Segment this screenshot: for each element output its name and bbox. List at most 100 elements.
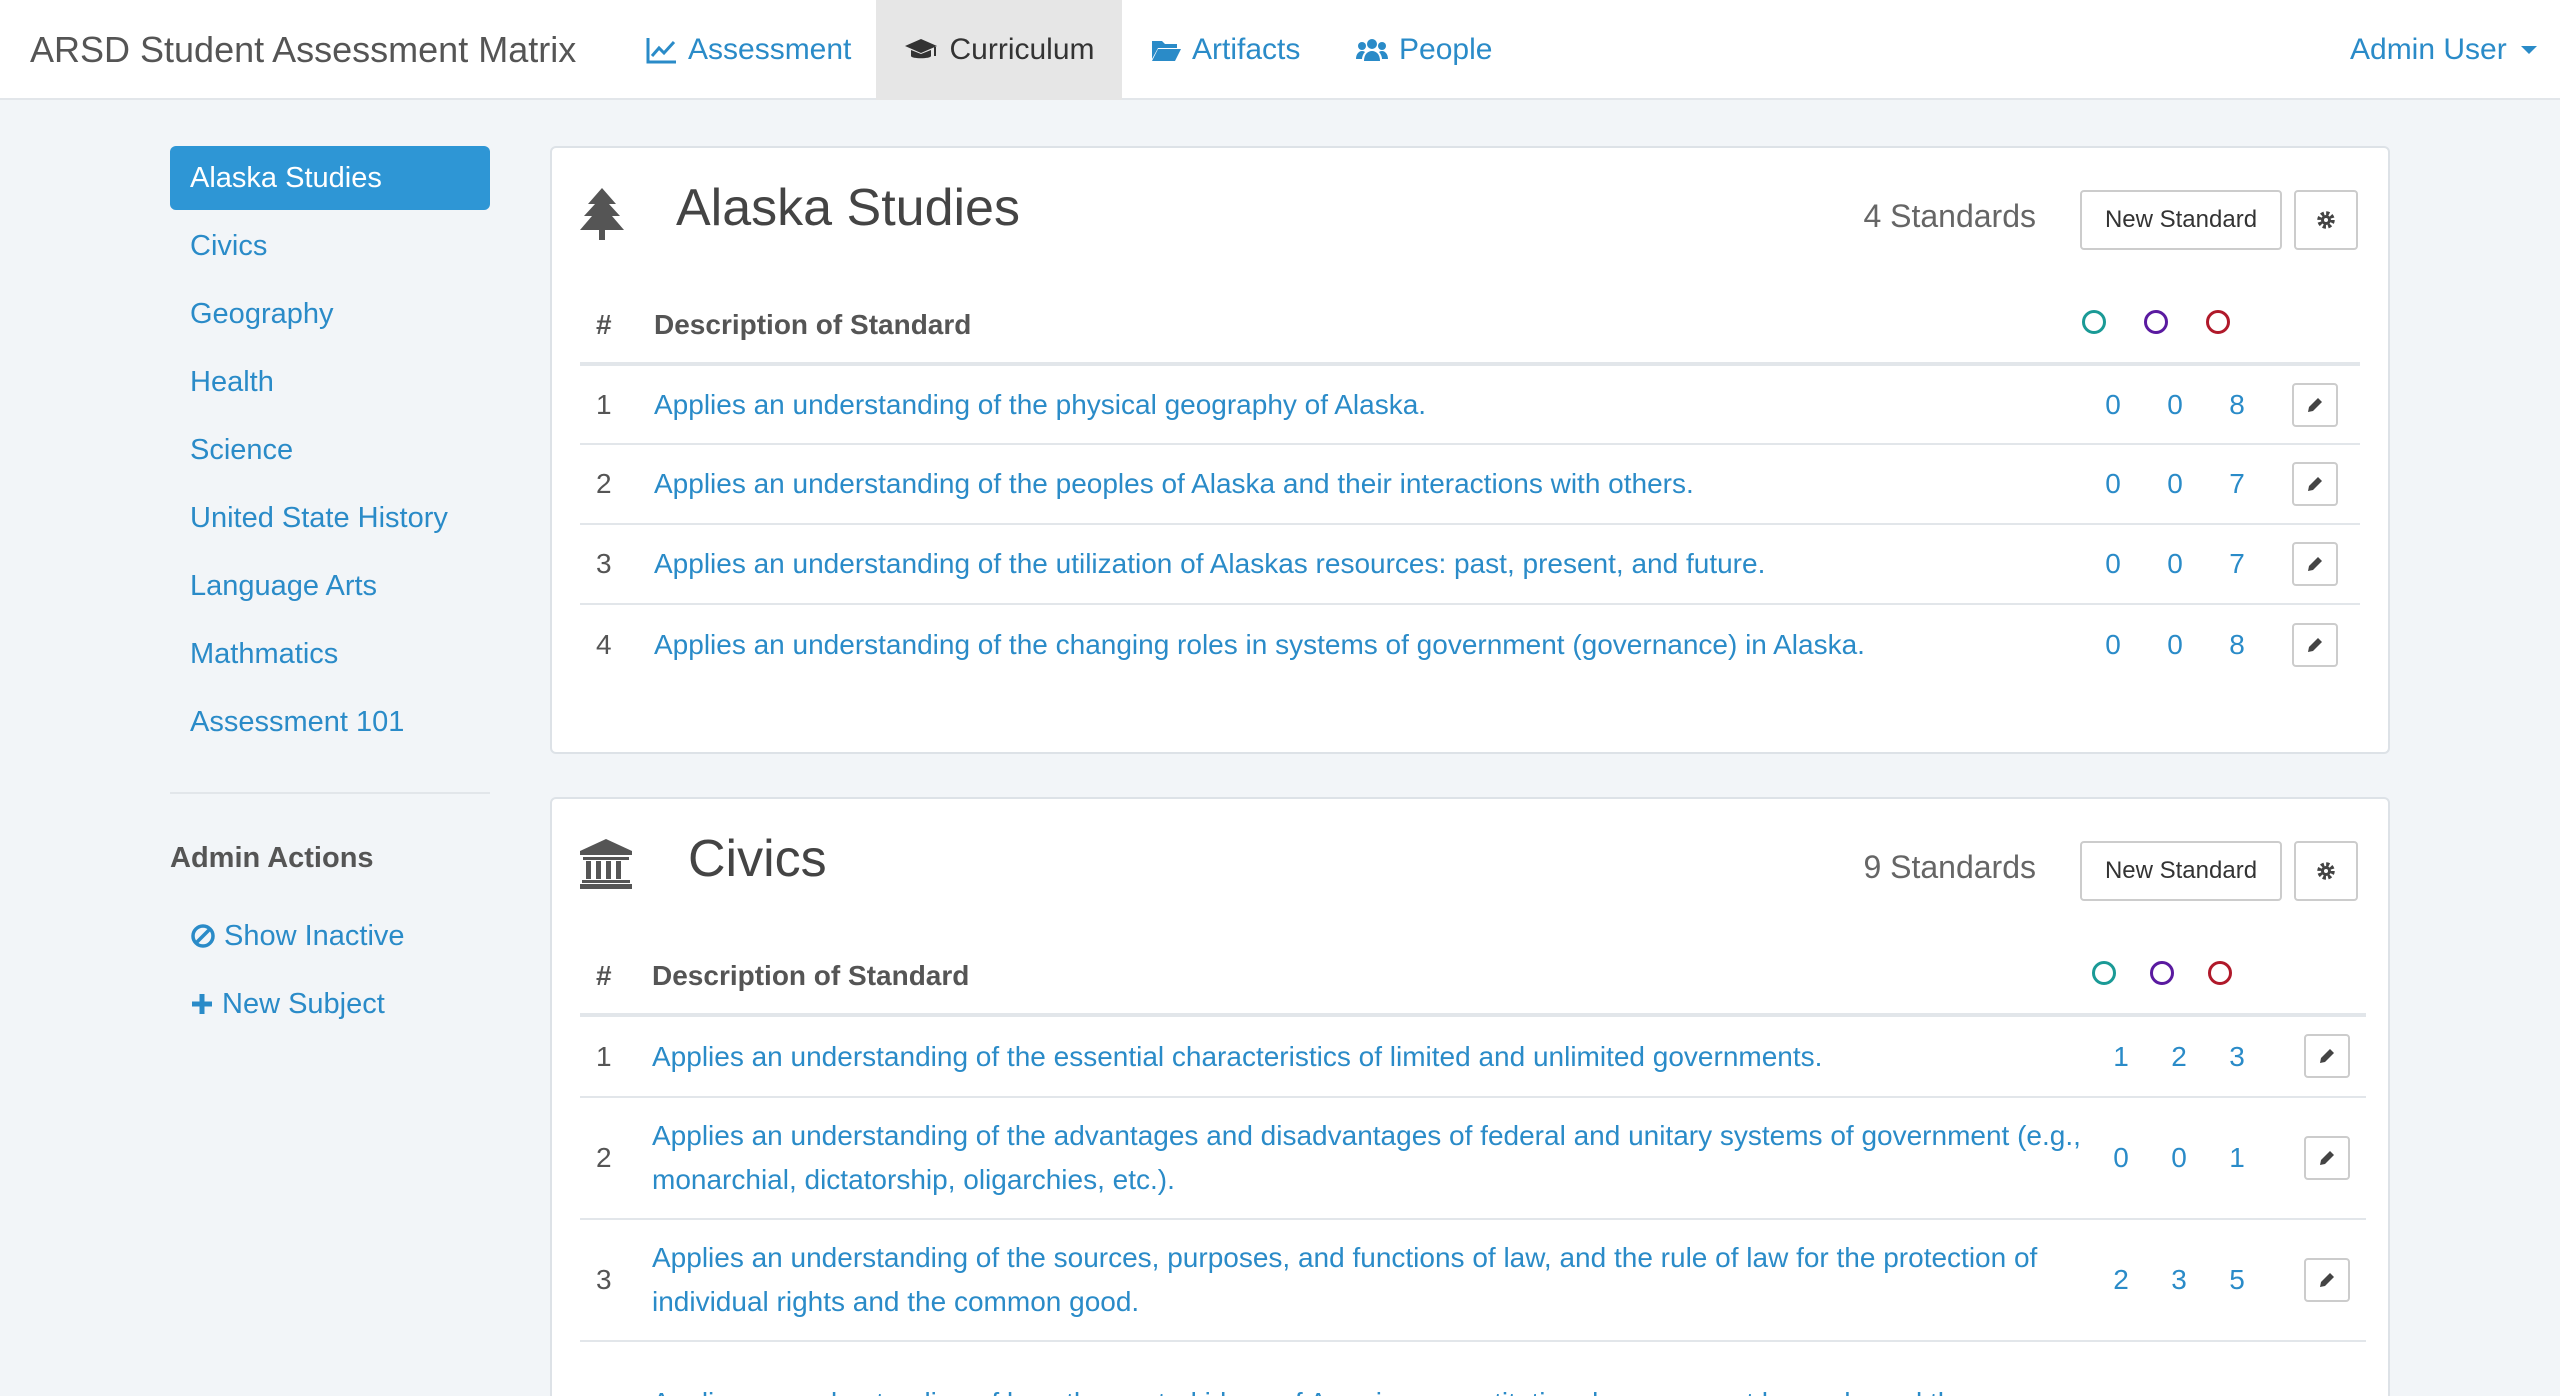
column-header-level-3	[2208, 939, 2266, 1017]
nav-assessment[interactable]: Assessment	[646, 0, 851, 100]
score-level-3[interactable]: 1	[2208, 1097, 2266, 1220]
standard-link[interactable]: Applies an understanding of how the cent…	[652, 1387, 1969, 1396]
edit-button[interactable]	[2292, 542, 2338, 586]
standard-link[interactable]: Applies an understanding of the essentia…	[652, 1041, 1822, 1072]
row-description: Applies an understanding of how the cent…	[652, 1341, 2092, 1396]
pencil-icon	[2320, 1150, 2334, 1165]
score-level-2[interactable]: 2	[2150, 1015, 2208, 1098]
score-level-2[interactable]: 0	[2144, 444, 2206, 525]
pencil-icon	[2308, 477, 2322, 491]
row-description: Applies an understanding of the advantag…	[652, 1097, 2092, 1220]
row-number: 2	[580, 444, 654, 525]
standard-link[interactable]: Applies an understanding of the advantag…	[652, 1120, 2081, 1195]
score-level-3[interactable]: 3	[2208, 1015, 2266, 1098]
nav-curriculum[interactable]: Curriculum	[876, 0, 1122, 100]
table-row: 4 Applies an understanding of the changi…	[580, 604, 2360, 684]
row-actions	[2266, 1097, 2366, 1220]
standard-link[interactable]: Applies an understanding of the utilizat…	[654, 548, 1765, 579]
standard-link[interactable]: Applies an understanding of the sources,…	[652, 1242, 2037, 1317]
show-inactive-label: Show Inactive	[224, 919, 405, 952]
edit-button[interactable]	[2304, 1034, 2350, 1078]
score-level-3[interactable]	[2208, 1341, 2266, 1396]
sidebar-item-science[interactable]: Science	[170, 418, 490, 482]
nav-assessment-label: Assessment	[688, 33, 852, 66]
new-subject-label: New Subject	[222, 987, 385, 1020]
sidebar-item-health[interactable]: Health	[170, 350, 490, 414]
user-menu[interactable]: Admin User	[2350, 0, 2537, 100]
standard-link[interactable]: Applies an understanding of the physical…	[654, 389, 1426, 420]
column-header-number: #	[580, 288, 654, 366]
score-level-1[interactable]: 1	[2092, 1015, 2150, 1098]
panel-header: Civics 9 Standards New Standard	[552, 799, 2388, 939]
sidebar-item-geography[interactable]: Geography	[170, 282, 490, 346]
standards-count: 9 Standards	[1863, 849, 2036, 885]
column-header-level-1	[2092, 939, 2150, 1017]
settings-button[interactable]	[2294, 190, 2358, 250]
score-level-2[interactable]: 3	[2150, 1219, 2208, 1342]
row-number: 4	[596, 628, 612, 660]
app-title[interactable]: ARSD Student Assessment Matrix	[30, 0, 576, 100]
panel-title: Civics	[688, 830, 827, 888]
sidebar-item-assessment-101[interactable]: Assessment 101	[170, 690, 490, 754]
new-standard-button[interactable]: New Standard	[2080, 841, 2282, 901]
nav-people[interactable]: People	[1355, 0, 1492, 100]
edit-button[interactable]	[2304, 1135, 2350, 1180]
score-level-3[interactable]: 8	[2206, 604, 2268, 684]
standard-link[interactable]: Applies an understanding of the changing…	[654, 629, 1865, 660]
score-level-2[interactable]: 0	[2144, 524, 2206, 605]
pencil-icon	[2308, 397, 2322, 412]
column-header-number: #	[580, 939, 652, 1017]
sidebar-item-language-arts[interactable]: Language Arts	[170, 554, 490, 618]
table-row: 2 Applies an understanding of the advant…	[580, 1097, 2366, 1220]
circle-red-icon	[2208, 961, 2232, 985]
sidebar-item-us-history[interactable]: United State History	[170, 486, 490, 550]
column-header-actions	[2268, 288, 2360, 366]
table-row: 1 Applies an understanding of the physic…	[580, 364, 2360, 445]
score-level-1[interactable]	[2092, 1341, 2150, 1396]
circle-teal-icon	[2082, 310, 2106, 334]
standards-count: 4 Standards	[1863, 198, 2036, 234]
nav-artifacts[interactable]: Artifacts	[1150, 0, 1300, 100]
sidebar-item-alaska-studies[interactable]: Alaska Studies	[170, 146, 490, 210]
score-level-1[interactable]: 0	[2082, 604, 2144, 684]
score-level-2[interactable]: 0	[2144, 364, 2206, 445]
score-level-1[interactable]: 0	[2082, 364, 2144, 445]
new-subject-link[interactable]: New Subject	[170, 972, 490, 1036]
subject-panel-alaska-studies: Alaska Studies 4 Standards New Standard …	[550, 146, 2390, 754]
settings-button[interactable]	[2294, 841, 2358, 901]
line-chart-icon	[646, 38, 676, 64]
sidebar-item-civics[interactable]: Civics	[170, 214, 490, 278]
score-level-1[interactable]: 2	[2092, 1219, 2150, 1342]
score-level-2[interactable]	[2150, 1341, 2208, 1396]
row-number: 3	[580, 1219, 652, 1342]
column-header-level-2	[2150, 939, 2208, 1017]
standard-link[interactable]: Applies an understanding of the peoples …	[654, 468, 1694, 499]
edit-button[interactable]	[2292, 382, 2338, 427]
score-level-3[interactable]: 8	[2206, 364, 2268, 445]
row-actions	[2268, 444, 2360, 525]
score-level-2[interactable]: 0	[2150, 1097, 2208, 1220]
score-level-3[interactable]: 7	[2206, 524, 2268, 605]
score-level-1[interactable]: 0	[2092, 1097, 2150, 1220]
score-level-1[interactable]: 0	[2082, 444, 2144, 525]
score-level-3[interactable]: 7	[2206, 444, 2268, 525]
edit-button[interactable]	[2304, 1257, 2350, 1302]
row-actions	[2268, 604, 2360, 684]
circle-red-icon	[2206, 310, 2230, 334]
edit-button[interactable]	[2292, 462, 2338, 506]
gear-icon	[2317, 862, 2335, 880]
user-menu-label: Admin User	[2350, 33, 2507, 66]
score-level-3[interactable]: 5	[2208, 1219, 2266, 1342]
score-level-2[interactable]: 0	[2144, 604, 2206, 684]
sidebar-item-mathmatics[interactable]: Mathmatics	[170, 622, 490, 686]
pencil-icon	[2320, 1272, 2334, 1287]
score-level-1[interactable]: 0	[2082, 524, 2144, 605]
row-number	[580, 1341, 652, 1396]
panel-header: Alaska Studies 4 Standards New Standard	[552, 148, 2388, 288]
edit-button[interactable]	[2292, 622, 2338, 667]
row-actions	[2268, 524, 2360, 605]
new-standard-button[interactable]: New Standard	[2080, 190, 2282, 250]
row-actions	[2266, 1341, 2366, 1396]
show-inactive-link[interactable]: Show Inactive	[170, 904, 490, 968]
row-description: Applies an understanding of the sources,…	[652, 1219, 2092, 1342]
